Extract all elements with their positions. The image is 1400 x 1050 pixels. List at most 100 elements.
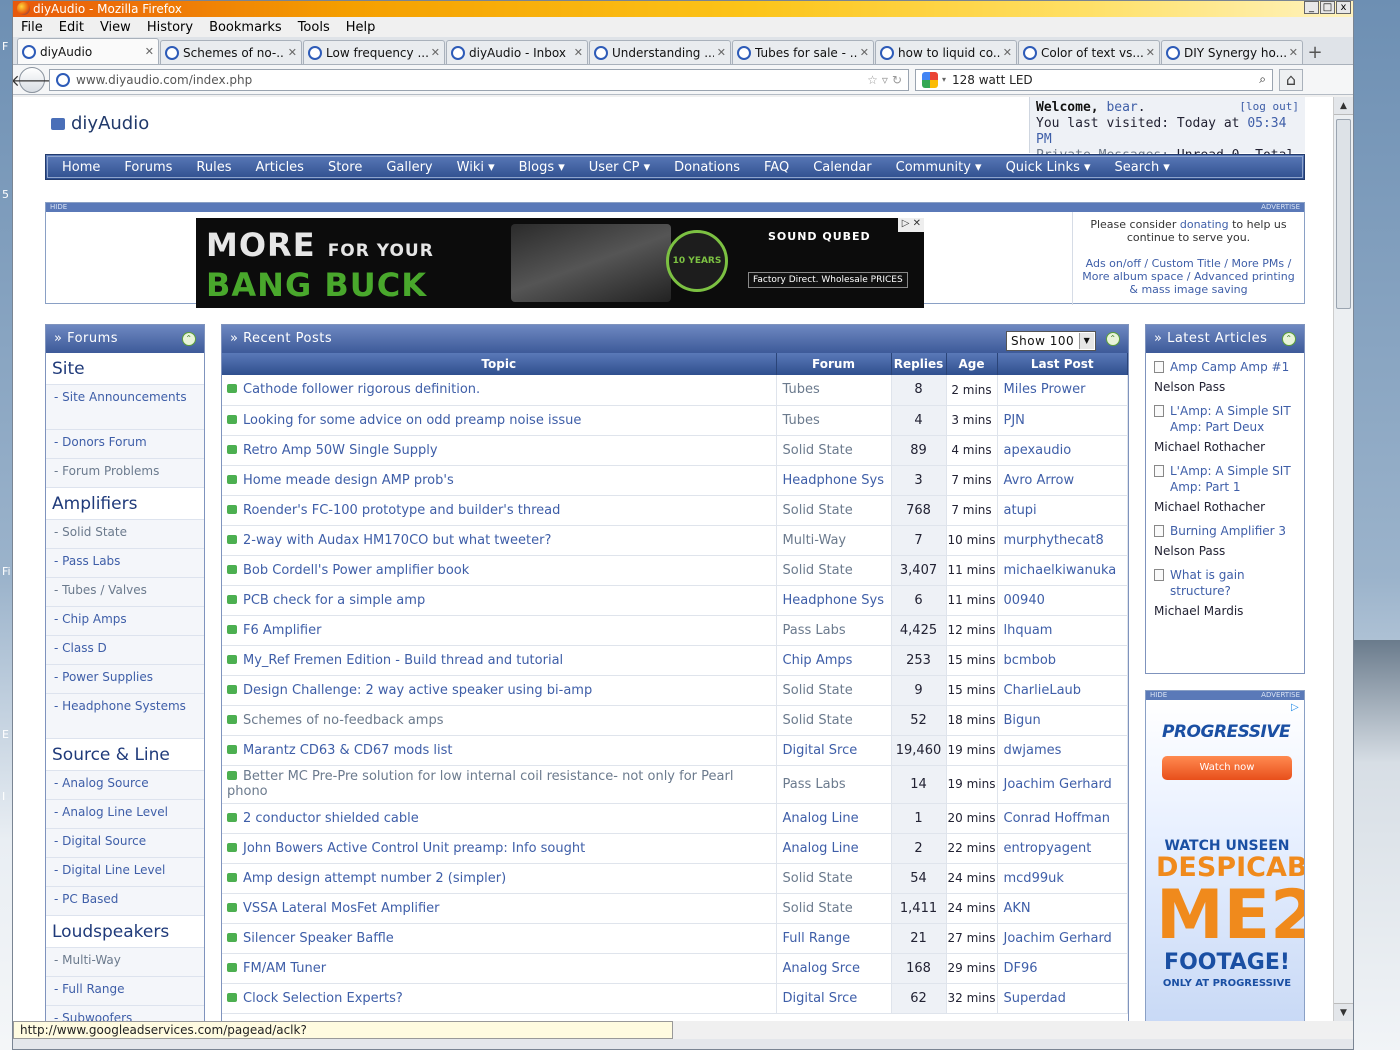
- nav-articles[interactable]: Articles: [255, 160, 303, 175]
- forum-link-text[interactable]: Solid State: [783, 563, 853, 578]
- last-poster-link-text[interactable]: Joachim Gerhard: [1004, 931, 1112, 946]
- forum-link-text[interactable]: Solid State: [783, 683, 853, 698]
- ad-close-icon[interactable]: ▷ ✕: [898, 218, 924, 232]
- last-poster-link[interactable]: Bigun: [997, 705, 1128, 736]
- topic-link-text[interactable]: Cathode follower rigorous definition.: [243, 382, 480, 397]
- col-topic[interactable]: Topic: [222, 353, 777, 375]
- nav-quick-links[interactable]: Quick Links ▾: [1006, 160, 1091, 175]
- article-link[interactable]: L'Amp: A Simple SIT Amp: Part Deux: [1154, 403, 1296, 435]
- last-poster-link-text[interactable]: Joachim Gerhard: [1004, 777, 1112, 792]
- topic-link-text[interactable]: FM/AM Tuner: [243, 961, 326, 976]
- topic-link[interactable]: My_Ref Fremen Edition - Build thread and…: [222, 645, 777, 676]
- forum-link-text[interactable]: Analog Line: [783, 841, 859, 856]
- article-title[interactable]: L'Amp: A Simple SIT Amp: Part Deux: [1170, 403, 1296, 435]
- forum-link[interactable]: - Power Supplies: [46, 665, 204, 694]
- topic-link[interactable]: F6 Amplifier: [222, 615, 777, 646]
- tab-liquid-cooling[interactable]: how to liquid co... ✕: [875, 40, 1017, 64]
- last-poster-link[interactable]: mcd99uk: [997, 863, 1128, 894]
- forum-link-text[interactable]: Full Range: [783, 931, 851, 946]
- nav-faq[interactable]: FAQ: [764, 160, 789, 175]
- forum-link[interactable]: - Multi-Way: [46, 948, 204, 977]
- forum-section-loudspeakers[interactable]: Loudspeakers: [46, 916, 204, 948]
- table-row[interactable]: Better MC Pre-Pre solution for low inter…: [222, 765, 1128, 804]
- col-forum[interactable]: Forum: [776, 353, 892, 375]
- tab-diy-synergy[interactable]: DIY Synergy ho... ✕: [1161, 40, 1303, 64]
- article-link[interactable]: Amp Camp Amp #1: [1154, 359, 1296, 375]
- topic-link-text[interactable]: F6 Amplifier: [243, 623, 321, 638]
- last-poster-link-text[interactable]: michaelkiwanuka: [1004, 563, 1117, 578]
- nav-gallery[interactable]: Gallery: [386, 160, 432, 175]
- google-icon[interactable]: [922, 71, 938, 88]
- last-poster-link[interactable]: atupi: [997, 495, 1128, 526]
- magnifier-icon[interactable]: ⌕: [1259, 72, 1266, 87]
- advertise-link[interactable]: ADVERTISE: [1261, 203, 1300, 212]
- last-poster-link[interactable]: michaelkiwanuka: [997, 555, 1128, 586]
- last-poster-link[interactable]: bcmbob: [997, 645, 1128, 676]
- close-tab-icon[interactable]: ✕: [1289, 46, 1298, 59]
- close-tab-icon[interactable]: ✕: [717, 46, 726, 59]
- topic-link[interactable]: Bob Cordell's Power amplifier book: [222, 555, 777, 586]
- back-button[interactable]: 🡐: [13, 66, 53, 93]
- topic-link[interactable]: Clock Selection Experts?: [222, 983, 777, 1014]
- collapse-toggle-icon[interactable]: ⌃: [182, 332, 196, 346]
- last-poster-link-text[interactable]: murphythecat8: [1004, 533, 1104, 548]
- table-row[interactable]: My_Ref Fremen Edition - Build thread and…: [222, 645, 1128, 676]
- username-link[interactable]: bear: [1106, 100, 1137, 115]
- topic-link[interactable]: John Bowers Active Control Unit preamp: …: [222, 833, 777, 864]
- forum-link-text[interactable]: Solid State: [783, 871, 853, 886]
- forum-link-text[interactable]: Analog Srce: [783, 961, 861, 976]
- last-poster-link-text[interactable]: entropyagent: [1004, 841, 1092, 856]
- table-row[interactable]: VSSA Lateral MosFet Amplifier Solid State…: [222, 893, 1128, 924]
- last-poster-link-text[interactable]: Bigun: [1004, 713, 1041, 728]
- forum-link[interactable]: - Subwoofers: [46, 1006, 204, 1021]
- forum-link-text[interactable]: Tubes: [783, 413, 820, 428]
- forum-link[interactable]: Pass Labs: [776, 615, 892, 646]
- menu-file[interactable]: File: [21, 20, 43, 35]
- close-tab-icon[interactable]: ✕: [145, 45, 154, 58]
- last-poster-link-text[interactable]: mcd99uk: [1004, 871, 1064, 886]
- forum-link[interactable]: Digital Srce: [776, 983, 892, 1014]
- donating-link[interactable]: donating: [1180, 218, 1229, 231]
- forum-link[interactable]: - Donors Forum: [46, 430, 204, 459]
- forum-link[interactable]: - Digital Source: [46, 829, 204, 858]
- forum-link[interactable]: Analog Line: [776, 833, 892, 864]
- table-row[interactable]: Bob Cordell's Power amplifier book Solid …: [222, 555, 1128, 586]
- tab-inbox[interactable]: diyAudio - Inbox ✕: [446, 40, 588, 64]
- forum-link-text[interactable]: Multi-Way: [783, 533, 847, 548]
- col-age[interactable]: Age: [946, 353, 998, 375]
- topic-link[interactable]: Schemes of no-feedback amps: [222, 705, 777, 736]
- forum-link-text[interactable]: Solid State: [783, 503, 853, 518]
- close-window-button[interactable]: x: [1336, 1, 1351, 14]
- last-poster-link[interactable]: Conrad Hoffman: [997, 803, 1128, 834]
- last-poster-link-text[interactable]: apexaudio: [1004, 443, 1072, 458]
- forum-link[interactable]: - PC Based: [46, 887, 204, 916]
- table-row[interactable]: Silencer Speaker Baffle Full Range 21 27 mi…: [222, 923, 1128, 954]
- nav-search[interactable]: Search ▾: [1115, 160, 1170, 175]
- last-poster-link[interactable]: dwjames: [997, 735, 1128, 766]
- last-poster-link[interactable]: Superdad: [997, 983, 1128, 1014]
- topic-link-text[interactable]: Home meade design AMP prob's: [243, 473, 454, 488]
- home-button[interactable]: ⌂: [1279, 68, 1303, 91]
- forum-link[interactable]: Solid State: [776, 435, 892, 466]
- table-row[interactable]: 2 conductor shielded cable Analog Line 1 20…: [222, 803, 1128, 834]
- forum-link[interactable]: - Analog Source: [46, 771, 204, 800]
- last-poster-link[interactable]: apexaudio: [997, 435, 1128, 466]
- advertise-link[interactable]: ADVERTISE: [1261, 691, 1300, 700]
- watch-now-button[interactable]: Watch now: [1162, 756, 1292, 780]
- forum-link[interactable]: - Headphone Systems: [46, 694, 204, 739]
- last-poster-link-text[interactable]: bcmbob: [1004, 653, 1057, 668]
- topic-link[interactable]: PCB check for a simple amp: [222, 585, 777, 616]
- forum-link-text[interactable]: Pass Labs: [783, 623, 846, 638]
- close-tab-icon[interactable]: ✕: [288, 46, 297, 59]
- last-poster-link[interactable]: 00940: [997, 585, 1128, 616]
- topic-link-text[interactable]: PCB check for a simple amp: [243, 593, 425, 608]
- last-poster-link-text[interactable]: Conrad Hoffman: [1004, 811, 1111, 826]
- url-bar[interactable]: www.diyaudio.com/index.php ☆ ▿ ↻: [49, 68, 909, 91]
- forum-link[interactable]: - Chip Amps: [46, 607, 204, 636]
- table-row[interactable]: F6 Amplifier Pass Labs 4,425 12 mins lhquam: [222, 615, 1128, 646]
- forum-link[interactable]: Solid State: [776, 495, 892, 526]
- bookmark-star-icon[interactable]: ☆: [867, 73, 878, 87]
- table-row[interactable]: Roender's FC-100 prototype and builder's…: [222, 495, 1128, 526]
- ad-banner[interactable]: MORE FOR YOUR BANG BUCK 10 YEARS SOUND QU…: [196, 218, 924, 308]
- menu-edit[interactable]: Edit: [59, 20, 84, 35]
